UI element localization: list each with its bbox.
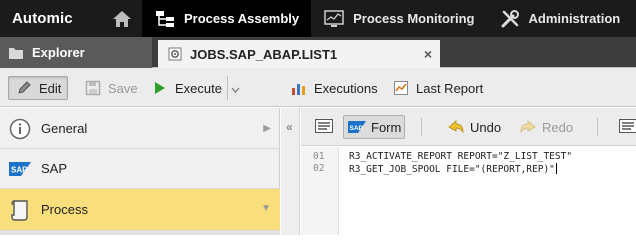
top-nav-bar: Automic Process Assembly Process Monitor… [0, 0, 636, 37]
sidebar-item-process[interactable]: Process ▼ [0, 189, 280, 231]
home-icon [113, 10, 131, 27]
save-label: Save [108, 80, 138, 96]
text-cursor [555, 163, 557, 174]
executions-label: Executions [314, 80, 378, 96]
sidebar-item-label: SAP [41, 161, 68, 176]
automic-logo: Automic [12, 10, 73, 27]
edit-button[interactable]: Edit [8, 76, 68, 100]
last-report-label: Last Report [416, 80, 484, 96]
save-button[interactable]: Save [84, 76, 138, 100]
tab-job-sap-abap-list1[interactable]: JOBS.SAP_ABAP.LIST1 × [158, 40, 440, 68]
redo-icon [519, 119, 537, 135]
panel-divider [0, 231, 280, 235]
line-number: 01 [313, 151, 325, 162]
scroll-icon [9, 199, 31, 221]
last-report-button[interactable]: Last Report [392, 76, 483, 100]
tab-strip: Explorer JOBS.SAP_ABAP.LIST1 × [0, 37, 636, 68]
toolbar-separator [421, 118, 422, 136]
svg-text:SAP: SAP [11, 165, 28, 174]
report-icon [392, 79, 410, 97]
bar-chart-icon [290, 79, 308, 97]
executions-button[interactable]: Executions [290, 76, 378, 100]
object-sections-panel: General ▶ SAP SAP Process ▼ [0, 108, 280, 235]
execute-dropdown-button[interactable] [227, 76, 243, 100]
line-number: 02 [313, 163, 325, 174]
nav-tab-process-assembly[interactable]: Process Assembly [142, 0, 312, 37]
close-tab-icon[interactable]: × [424, 46, 432, 62]
svg-text:SAP: SAP [350, 125, 364, 132]
sidebar-item-sap[interactable]: SAP SAP [0, 149, 280, 189]
sap-logo-icon: SAP [9, 158, 31, 180]
script-editor[interactable]: 01 02 R3_ACTIVATE_REPORT REPORT="Z_LIST_… [301, 147, 636, 235]
nav-tab-label: Process Monitoring [353, 11, 475, 26]
undo-button[interactable]: Undo [447, 115, 501, 139]
execute-button[interactable]: Execute [151, 76, 222, 100]
form-view-button[interactable]: SAP Form [343, 115, 405, 139]
process-assembly-icon [154, 10, 176, 28]
sidebar-item-label: General [41, 121, 88, 136]
redo-label: Redo [542, 119, 574, 135]
undo-label: Undo [470, 119, 502, 135]
text-lines-icon [619, 118, 636, 136]
editor-toolbar: SAP Form Undo Redo [301, 108, 636, 146]
sap-logo-icon: SAP [348, 119, 366, 135]
code-line-text: R3_ACTIVATE_REPORT REPORT="Z_LIST_TEST" [349, 151, 573, 162]
form-label: Form [371, 119, 402, 135]
save-icon [84, 79, 102, 97]
monitor-icon [323, 9, 345, 28]
sidebar-item-general[interactable]: General ▶ [0, 109, 280, 149]
more-tools-button[interactable] [619, 115, 636, 139]
undo-icon [447, 119, 465, 135]
tools-icon [499, 9, 521, 28]
tab-explorer[interactable]: Explorer [0, 37, 152, 68]
redo-button[interactable]: Redo [519, 115, 573, 139]
info-icon [9, 118, 31, 140]
chevron-down-icon: ▼ [261, 203, 271, 214]
chevron-down-icon [231, 81, 240, 96]
nav-tab-label: Administration [528, 11, 621, 26]
chevron-right-icon: ▶ [263, 123, 271, 134]
source-view-button[interactable] [311, 115, 337, 139]
code-line-text: R3_GET_JOB_SPOOL FILE="(REPORT,REP)" [349, 164, 555, 175]
nav-tab-administration[interactable]: Administration [487, 0, 633, 37]
edit-label: Edit [39, 80, 62, 96]
nav-tab-process-monitoring[interactable]: Process Monitoring [311, 0, 486, 37]
code-line[interactable]: R3_ACTIVATE_REPORT REPORT="Z_LIST_TEST" [349, 151, 572, 162]
edit-icon [15, 79, 33, 97]
tab-label: JOBS.SAP_ABAP.LIST1 [190, 46, 338, 62]
job-icon [168, 47, 182, 61]
text-lines-icon [315, 118, 333, 136]
execute-label: Execute [175, 80, 222, 96]
collapse-panel-button[interactable]: « [281, 108, 300, 235]
object-toolbar: Edit Save Execute Executions Last Report [0, 68, 636, 107]
tab-label: Explorer [32, 45, 85, 60]
sidebar-item-label: Process [41, 202, 88, 217]
code-line[interactable]: R3_GET_JOB_SPOOL FILE="(REPORT,REP)" [349, 163, 557, 175]
folder-icon [9, 47, 23, 59]
double-chevron-left-icon: « [286, 120, 293, 134]
nav-tab-label: Process Assembly [184, 11, 300, 26]
play-icon [151, 79, 169, 97]
home-button[interactable] [102, 0, 142, 37]
toolbar-separator [597, 118, 598, 136]
